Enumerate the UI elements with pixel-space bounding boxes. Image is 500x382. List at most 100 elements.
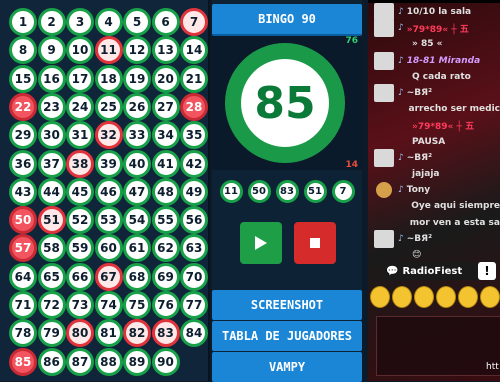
emoji-icon[interactable]	[480, 286, 500, 308]
vampy-button[interactable]: VAMPY	[212, 352, 362, 382]
board-ball: 59	[66, 234, 94, 262]
board-ball: 39	[95, 150, 123, 178]
play-button[interactable]	[240, 222, 282, 264]
board-ball: 63	[180, 234, 208, 262]
board-ball: 27	[152, 93, 180, 121]
chat-text: » 85 «	[412, 39, 442, 49]
board-ball: 18	[95, 65, 123, 93]
board-ball: 13	[152, 36, 180, 64]
board-ball: 23	[38, 93, 66, 121]
board-ball: 78	[9, 319, 37, 347]
chat-text: 18-81 Miranda	[407, 56, 480, 66]
link-label[interactable]: htt	[486, 362, 499, 372]
board-ball: 1	[9, 8, 37, 36]
board-ball: 42	[180, 150, 208, 178]
board-ball: 22	[9, 93, 37, 121]
board-ball: 34	[152, 121, 180, 149]
user-status-icon: ♪	[398, 153, 404, 163]
chat-text: ~ВЯ²	[407, 88, 432, 98]
chat-input[interactable]	[376, 316, 500, 376]
board-ball: 53	[95, 206, 123, 234]
recent-ball: 7	[332, 180, 355, 203]
user-status-icon: ♪	[398, 23, 404, 33]
board-ball: 16	[38, 65, 66, 93]
board-ball: 82	[123, 319, 151, 347]
user-status-icon: ♪	[398, 56, 404, 66]
board-ball: 41	[152, 150, 180, 178]
chat-text: ~ВЯ²	[407, 153, 432, 163]
game-title-button[interactable]: BINGO 90	[212, 4, 362, 36]
board-ball: 14	[180, 36, 208, 64]
user-status-icon: ♪	[398, 88, 404, 98]
radio-label[interactable]: 💬 RadioFiest	[382, 262, 478, 280]
game-panel: BINGO 90 76 85 14 115083517 SCREENSHOT T…	[212, 0, 362, 381]
emoji-icon[interactable]	[436, 286, 456, 308]
emoji-icon[interactable]	[370, 286, 390, 308]
alert-icon[interactable]: !	[478, 262, 496, 280]
chat-text: mor ven a esta sa	[410, 218, 500, 228]
chat-text: jajaja	[412, 169, 439, 179]
chat-text: 😊	[412, 250, 421, 260]
screenshot-button[interactable]: SCREENSHOT	[212, 290, 362, 320]
board-ball: 2	[38, 8, 66, 36]
board-ball: 64	[9, 263, 37, 291]
board-ball: 56	[180, 206, 208, 234]
recent-ball: 50	[248, 180, 271, 203]
chat-text: ~ВЯ²	[407, 234, 432, 244]
board-ball: 83	[152, 319, 180, 347]
board-ball: 73	[66, 291, 94, 319]
board-ball: 86	[38, 348, 66, 376]
board-ball: 90	[152, 348, 180, 376]
chat-text: 10/10 la sala	[407, 7, 471, 17]
board-ball: 24	[66, 93, 94, 121]
board-ball: 74	[95, 291, 123, 319]
board-ball: 62	[152, 234, 180, 262]
board-ball: 11	[95, 36, 123, 64]
board-ball: 37	[38, 150, 66, 178]
board-ball: 40	[123, 150, 151, 178]
board-ball: 60	[95, 234, 123, 262]
recent-balls: 115083517	[212, 174, 362, 208]
recent-ball: 83	[276, 180, 299, 203]
board-ball: 17	[66, 65, 94, 93]
board-ball: 12	[123, 36, 151, 64]
board-ball: 9	[38, 36, 66, 64]
board-ball: 65	[38, 263, 66, 291]
recent-ball: 51	[304, 180, 327, 203]
current-ball: 85	[225, 43, 345, 163]
board-ball: 30	[38, 121, 66, 149]
stop-icon	[309, 237, 321, 249]
chat-text: »79*89« ┼ 五	[407, 22, 469, 35]
board-ball: 45	[66, 178, 94, 206]
board-ball: 70	[180, 263, 208, 291]
board-ball: 79	[38, 319, 66, 347]
emoji-icon[interactable]	[414, 286, 434, 308]
board-ball: 75	[123, 291, 151, 319]
board-ball: 66	[66, 263, 94, 291]
board-ball: 31	[66, 121, 94, 149]
board-ball: 36	[9, 150, 37, 178]
board-ball: 58	[38, 234, 66, 262]
board-ball: 57	[9, 234, 37, 262]
board-ball: 8	[9, 36, 37, 64]
board-ball: 55	[152, 206, 180, 234]
emoji-icon[interactable]	[458, 286, 478, 308]
chat-text: Q cada rato	[412, 72, 471, 82]
board-ball: 72	[38, 291, 66, 319]
board-ball: 4	[95, 8, 123, 36]
board-ball: 84	[180, 319, 208, 347]
chat-text: Tony	[407, 185, 430, 195]
emoji-icon[interactable]	[392, 286, 412, 308]
board-ball: 20	[152, 65, 180, 93]
players-table-button[interactable]: TABLA DE JUGADORES	[212, 321, 362, 351]
board-ball: 87	[66, 348, 94, 376]
board-ball: 7	[180, 8, 208, 36]
chat-text: Oye aqui siempre	[411, 201, 500, 211]
chat-text: »79*89« ┼ 五	[412, 119, 474, 132]
board-ball: 43	[9, 178, 37, 206]
board-ball: 69	[152, 263, 180, 291]
board-ball: 35	[180, 121, 208, 149]
stop-button[interactable]	[294, 222, 336, 264]
board-ball: 49	[180, 178, 208, 206]
play-icon	[254, 235, 268, 251]
